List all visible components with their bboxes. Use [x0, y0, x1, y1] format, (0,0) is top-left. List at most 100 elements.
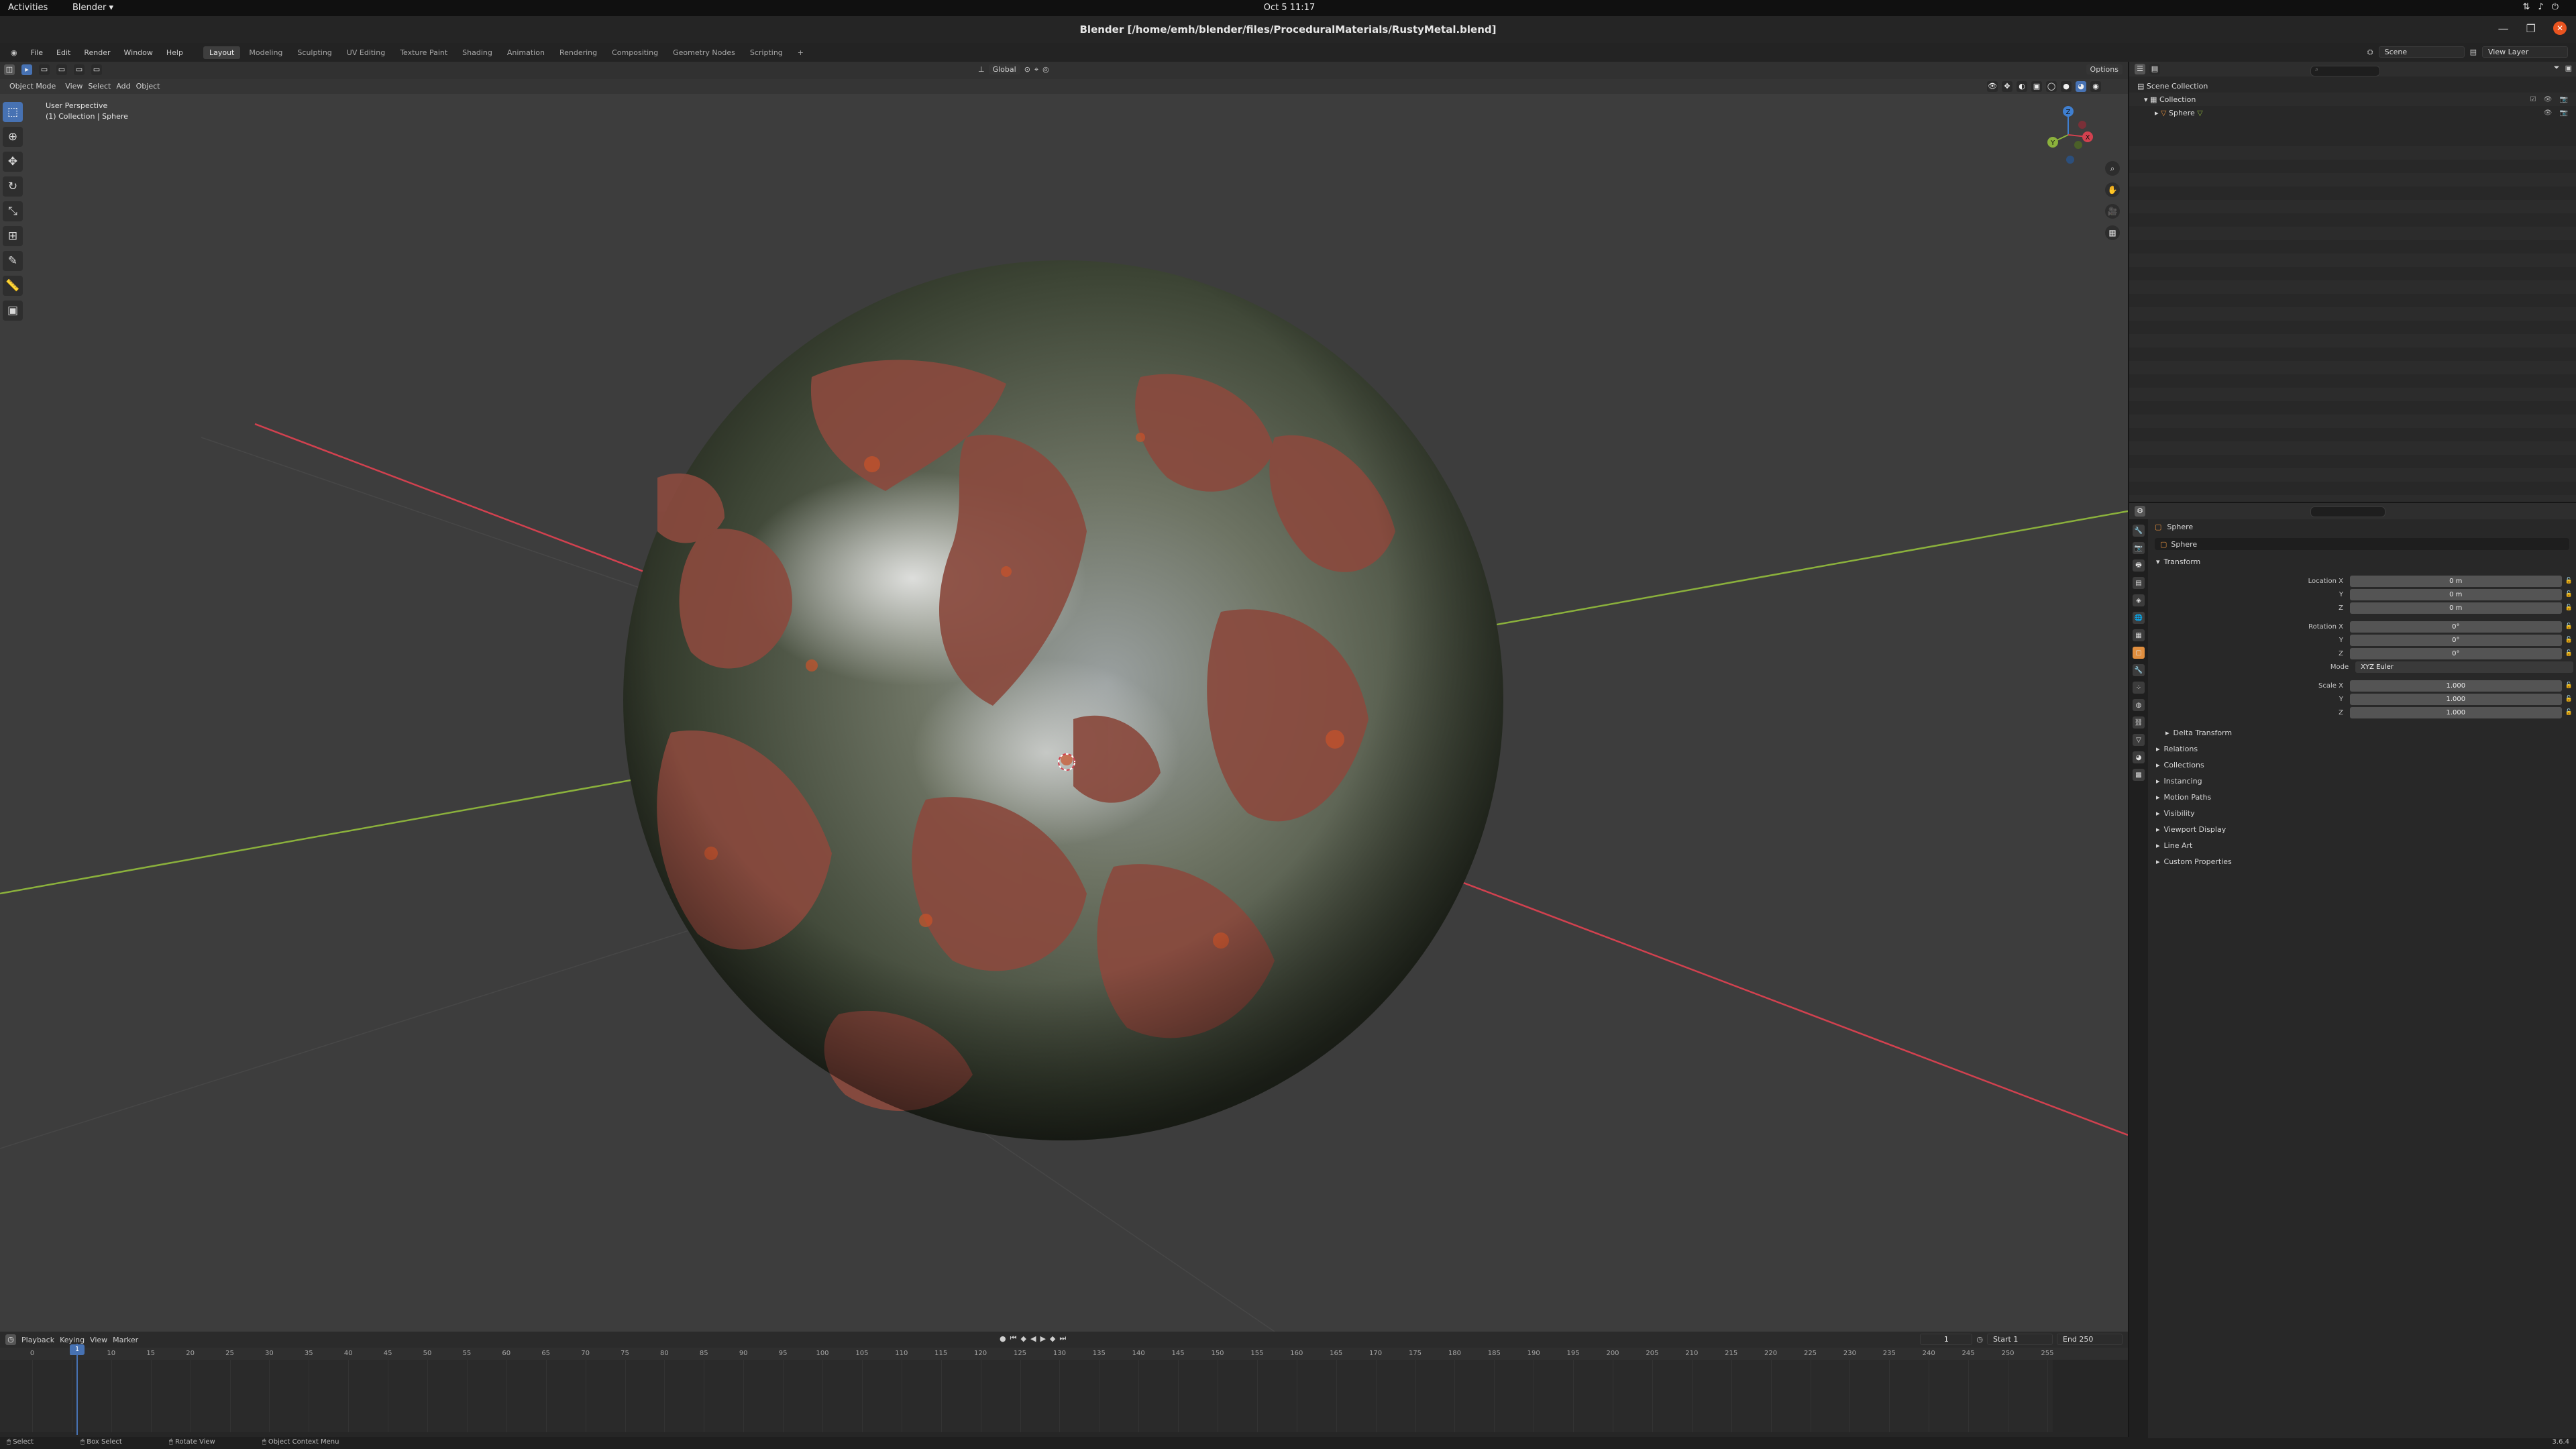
- filter-icon[interactable]: ⏷: [2554, 63, 2560, 72]
- properties-editor[interactable]: ⚙ 🔧 📷 🖶 ▤ ◈ 🌐 ▦ ▢ 🔧 ⁘ ◍ ⛓ ▽ ◕ ▩ ▢ Sphere: [2129, 502, 2576, 1444]
- expand-icon[interactable]: ▸: [2155, 109, 2159, 117]
- menu-edit[interactable]: Edit: [51, 46, 76, 59]
- physics-tab-icon[interactable]: ◍: [2133, 699, 2145, 711]
- object-datablock-field[interactable]: ▢ Sphere: [2155, 538, 2569, 550]
- data-tab-icon[interactable]: ▽: [2133, 734, 2145, 746]
- ortho-toggle-icon[interactable]: ▦: [2105, 225, 2120, 240]
- clock[interactable]: Oct 5 11:17: [1263, 3, 1316, 13]
- blender-logo-icon[interactable]: ◉: [5, 46, 23, 59]
- tab-rendering[interactable]: Rendering: [553, 46, 603, 59]
- view-layer-field[interactable]: View Layer: [2482, 46, 2568, 58]
- tab-layout[interactable]: Layout: [203, 46, 241, 59]
- tab-animation[interactable]: Animation: [501, 46, 551, 59]
- material-preview-icon[interactable]: ◕: [2076, 81, 2086, 92]
- current-frame-field[interactable]: 1: [1920, 1334, 1973, 1345]
- add-cube-icon[interactable]: ▣: [3, 301, 23, 321]
- menu-help[interactable]: Help: [161, 46, 189, 59]
- scale-icon[interactable]: ⤡: [3, 201, 23, 221]
- new-collection-icon[interactable]: ▣: [2565, 64, 2572, 72]
- lock-icon[interactable]: 🔓: [2565, 709, 2573, 716]
- menu-timeline-view[interactable]: View: [90, 1336, 107, 1344]
- orientation-dropdown[interactable]: Global: [988, 64, 1020, 74]
- sphere-visibility-icons[interactable]: 👁 📷: [2544, 109, 2571, 117]
- panel-motion-paths[interactable]: ▸ Motion Paths: [2151, 789, 2573, 805]
- mode-extend-icon[interactable]: ▭: [56, 64, 67, 75]
- collection-visibility-icons[interactable]: ☑ 👁 📷: [2530, 96, 2571, 103]
- proportional-edit-icon[interactable]: ◎: [1042, 65, 1049, 74]
- location-y-field[interactable]: 0 m: [2349, 588, 2562, 600]
- activities-button[interactable]: Activities: [8, 3, 48, 13]
- options-dropdown[interactable]: Options: [2086, 64, 2123, 74]
- jump-start-icon[interactable]: ⏮: [1010, 1334, 1017, 1343]
- maximize-icon[interactable]: ❐: [2526, 22, 2536, 35]
- output-tab-icon[interactable]: 🖶: [2133, 559, 2145, 572]
- world-tab-icon[interactable]: 🌐: [2133, 612, 2145, 624]
- tab-uv-editing[interactable]: UV Editing: [341, 46, 391, 59]
- mode-invert-icon[interactable]: ▭: [91, 64, 102, 75]
- play-icon[interactable]: ▶: [1040, 1334, 1045, 1343]
- network-icon[interactable]: ⇅: [2523, 2, 2538, 12]
- xray-icon[interactable]: ▣: [2031, 81, 2042, 92]
- constraints-tab-icon[interactable]: ⛓: [2133, 716, 2145, 729]
- timeline-tracks[interactable]: [0, 1360, 2053, 1432]
- panel-instancing[interactable]: ▸ Instancing: [2151, 773, 2573, 789]
- menu-render[interactable]: Render: [78, 46, 115, 59]
- mode-new-icon[interactable]: ▭: [39, 64, 50, 75]
- scale-x-field[interactable]: 1.000: [2349, 680, 2562, 692]
- outliner-editor-type-icon[interactable]: ☰: [2135, 64, 2145, 74]
- menu-view[interactable]: View: [65, 82, 83, 91]
- lock-icon[interactable]: 🔓: [2565, 696, 2573, 702]
- properties-editor-type-icon[interactable]: ⚙: [2135, 506, 2145, 517]
- panel-visibility[interactable]: ▸ Visibility: [2151, 805, 2573, 821]
- menu-select[interactable]: Select: [88, 82, 111, 91]
- tab-compositing[interactable]: Compositing: [606, 46, 664, 59]
- snap-icon[interactable]: ⌖: [1034, 65, 1038, 74]
- visibility-icon[interactable]: 👁: [1987, 81, 1998, 92]
- lock-icon[interactable]: 🔓: [2565, 578, 2573, 584]
- lock-icon[interactable]: 🔓: [2565, 637, 2573, 643]
- timeline-editor-type-icon[interactable]: ◷: [5, 1334, 16, 1345]
- tool-tab-icon[interactable]: 🔧: [2133, 525, 2145, 537]
- pan-hand-icon[interactable]: ✋: [2105, 182, 2120, 197]
- transform-icon[interactable]: ⊞: [3, 226, 23, 246]
- texture-tab-icon[interactable]: ▩: [2133, 769, 2145, 781]
- menu-playback[interactable]: Playback: [21, 1336, 54, 1344]
- select-box-icon[interactable]: ⬚: [3, 102, 23, 122]
- scene-field[interactable]: Scene: [2378, 46, 2465, 58]
- particles-tab-icon[interactable]: ⁘: [2133, 682, 2145, 694]
- rotate-icon[interactable]: ↻: [3, 176, 23, 197]
- annotate-icon[interactable]: ✎: [3, 251, 23, 271]
- outliner-row-scene-collection[interactable]: ▤ Scene Collection: [2129, 79, 2576, 93]
- menu-add[interactable]: Add: [116, 82, 130, 91]
- outliner-row-collection[interactable]: ▾ ▦ Collection ☑ 👁 📷: [2129, 93, 2576, 106]
- object-tab-icon[interactable]: ▢: [2133, 647, 2145, 659]
- transform-panel-header[interactable]: ▾ Transform: [2151, 554, 2573, 569]
- rotation-x-field[interactable]: 0°: [2349, 621, 2562, 633]
- timeline-editor[interactable]: ◷ Playback Keying View Marker ● ⏮ ◆ ◀ ▶ …: [0, 1332, 2128, 1437]
- scale-z-field[interactable]: 1.000: [2349, 706, 2562, 718]
- rendered-shading-icon[interactable]: ◉: [2090, 81, 2101, 92]
- menu-window[interactable]: Window: [119, 46, 158, 59]
- tab-geometry-nodes[interactable]: Geometry Nodes: [667, 46, 741, 59]
- rotation-mode-dropdown[interactable]: XYZ Euler: [2355, 661, 2573, 673]
- mode-dropdown[interactable]: Object Mode: [5, 81, 60, 91]
- tab-scripting[interactable]: Scripting: [744, 46, 789, 59]
- rotation-y-field[interactable]: 0°: [2349, 634, 2562, 646]
- wireframe-shading-icon[interactable]: ◯: [2046, 81, 2057, 92]
- lock-icon[interactable]: 🔓: [2565, 650, 2573, 657]
- display-mode-icon[interactable]: ▤: [2149, 64, 2160, 74]
- tab-sculpting[interactable]: Sculpting: [291, 46, 337, 59]
- outliner-search-input[interactable]: ⌕: [2310, 66, 2380, 76]
- tab-texture-paint[interactable]: Texture Paint: [394, 46, 453, 59]
- cursor-icon[interactable]: ⊕: [3, 127, 23, 147]
- system-tray[interactable]: ⇅♪⏻: [2523, 2, 2567, 12]
- rusty-sphere[interactable]: [623, 260, 1503, 1140]
- clock-icon[interactable]: ◷: [1976, 1335, 1983, 1344]
- jump-end-icon[interactable]: ⏭: [1059, 1334, 1066, 1343]
- expand-icon[interactable]: ▾: [2144, 95, 2148, 104]
- location-x-field[interactable]: 0 m: [2349, 575, 2562, 587]
- panel-viewport-display[interactable]: ▸ Viewport Display: [2151, 821, 2573, 837]
- 3d-viewport[interactable]: ◫ ▸ ▭ ▭ ▭ ▭ ⊥ Global ⊙ ⌖ ◎ Options Objec…: [0, 62, 2128, 1332]
- play-reverse-icon[interactable]: ◀: [1030, 1334, 1036, 1343]
- menu-marker[interactable]: Marker: [113, 1336, 138, 1344]
